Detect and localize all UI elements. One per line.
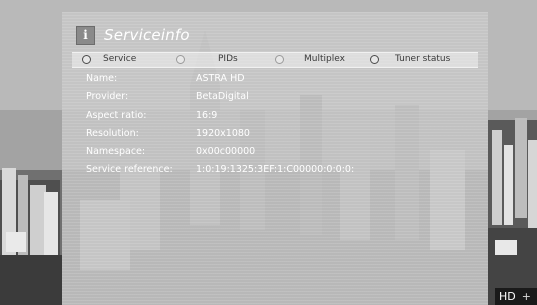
radio-button-icon [370,54,379,64]
radio-button-icon [275,54,284,64]
info-value: ASTRA HD [196,73,245,84]
info-label: Service reference: [86,164,173,176]
tab-label: PIDs [218,54,238,64]
window-title: Serviceinfo [104,26,190,44]
info-value: 16:9 [196,109,218,121]
info-label: Name: [86,73,118,84]
radio-button-icon [176,54,185,64]
info-value: 1:0:19:1325:3EF:1:C00000:0:0:0: [196,164,355,176]
tab-bar: Service PIDs Multiplex Tuner status [72,52,478,68]
radio-button-icon [82,54,91,64]
tv-screen: i Serviceinfo Service PIDs Multiplex Tun… [0,0,537,305]
tab-service[interactable]: Service [82,54,136,64]
title-bar: i Serviceinfo [76,25,190,45]
serviceinfo-panel: i Serviceinfo Service PIDs Multiplex Tun… [62,12,488,305]
plus-icon: + [521,290,531,303]
tab-label: Tuner status [395,54,451,64]
info-value: BetaDigital [196,91,249,103]
tab-tuner-status[interactable]: Tuner status [370,54,450,64]
info-label: Namespace: [86,146,146,158]
info-value: 1920x1080 [196,127,250,139]
info-label: Aspect ratio: [86,109,147,121]
info-label: Resolution: [86,127,139,139]
tab-multiplex[interactable]: Multiplex [275,54,345,64]
info-label: Provider: [86,91,129,103]
tab-label: Service [103,54,137,64]
info-icon: i [76,25,95,45]
tab-label: Multiplex [304,54,345,64]
hd-label: HD [499,290,516,303]
info-value: 0x00c00000 [196,146,256,158]
hd-badge: HD + [495,288,537,305]
tab-pids[interactable]: PIDs [176,54,238,64]
